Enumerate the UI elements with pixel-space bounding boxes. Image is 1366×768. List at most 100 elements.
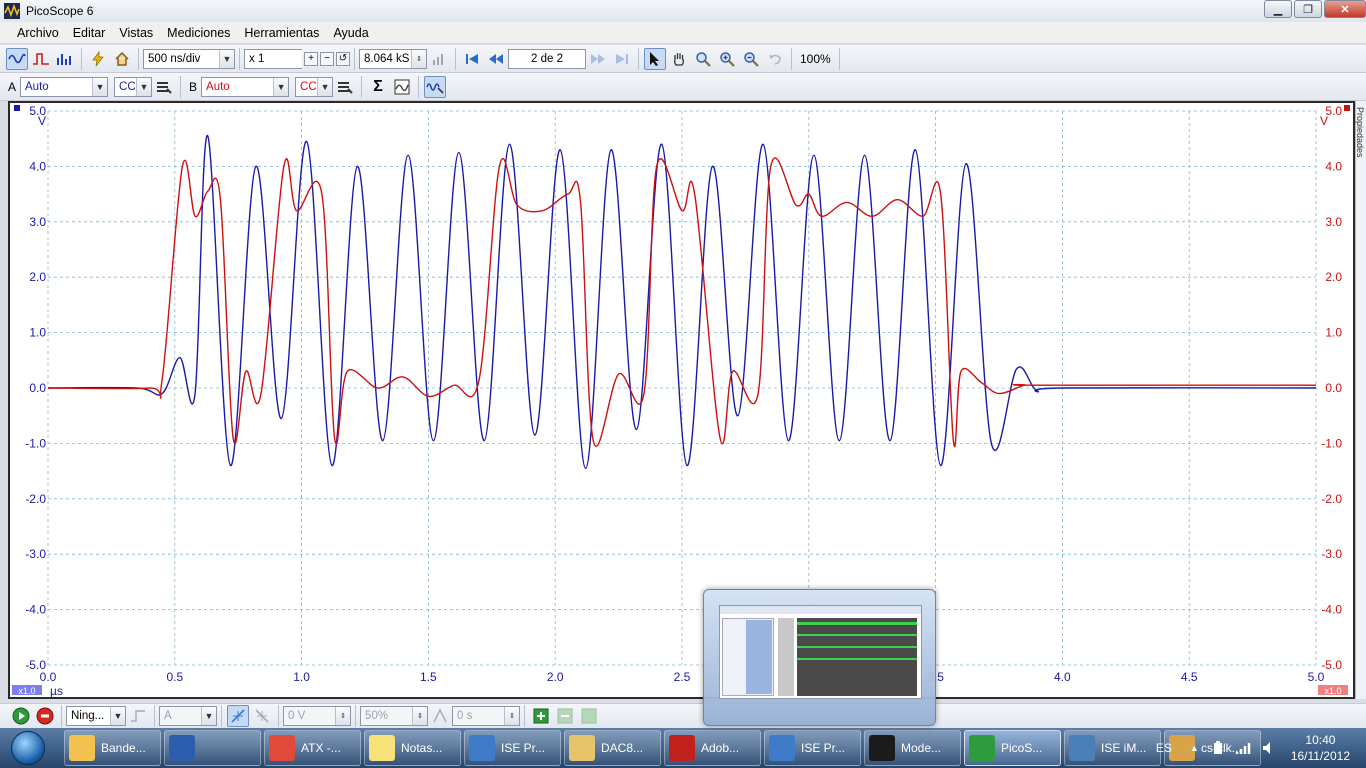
show-hidden-icons-icon[interactable]: ▲ [1190,743,1199,753]
channel-b-options-button[interactable] [334,76,356,98]
first-buffer-button[interactable] [461,48,483,70]
channel-a-range-select[interactable]: Auto ▼ [20,76,109,97]
post-trigger-button[interactable] [429,705,451,727]
x-tick-label: 0.5 [166,670,183,684]
scope-chart: 0.00.51.01.52.02.53.03.54.04.55.05.05.04… [12,104,1350,698]
start-button[interactable] [10,705,32,727]
taskbar-thumbnail-preview[interactable] [703,589,936,726]
menu-ayuda[interactable]: Ayuda [326,26,375,40]
home-button[interactable] [111,48,133,70]
persistence-mode-button[interactable] [30,48,52,70]
chevron-down-icon: ▼ [201,707,216,725]
rising-edge-button[interactable] [227,705,249,727]
rewind-icon [489,53,503,64]
zoom-factor-field[interactable]: x 1 [244,48,302,69]
previous-buffer-button[interactable] [485,48,507,70]
system-tray: ES ▲ 10:40 16/11/2012 [1156,728,1366,768]
trigger-mode-select[interactable]: Ning... ▼ [66,706,126,726]
trigger-source-select[interactable]: A ▼ [159,706,217,726]
add-measurement-button[interactable] [530,705,552,727]
taskbar-item-7[interactable]: Adob... [664,730,761,766]
pan-tool-button[interactable] [668,48,690,70]
taskbar-item-6[interactable]: DAC8... [564,730,661,766]
zoom-out-factor-button[interactable]: − [320,51,334,66]
falling-edge-trigger-icon [255,709,269,723]
x-tick-label: 2.5 [674,670,691,684]
language-indicator[interactable]: ES [1156,741,1172,755]
ise-icon [469,735,495,761]
taskbar-item-1[interactable]: Bande... [64,730,161,766]
spectrum-mode-button[interactable] [54,48,76,70]
channel-b-coupling-select[interactable]: CC ▼ [295,76,334,97]
resolution-button[interactable] [428,48,450,70]
taskbar-item-label: DAC8... [601,741,644,755]
restore-button[interactable]: ❐ [1294,0,1322,18]
ise-icon [769,735,795,761]
volume-icon[interactable] [1261,740,1277,756]
y-tick-label-left: -1.0 [25,436,46,450]
menu-herramientas[interactable]: Herramientas [237,26,326,40]
buffer-page-field[interactable]: 2 de 2 [508,48,586,69]
minimize-button[interactable]: ▁ [1264,0,1292,18]
math-channels-button[interactable]: Σ [367,76,389,98]
signal-strength-icon[interactable] [1235,740,1253,756]
clock[interactable]: 10:40 16/11/2012 [1291,732,1350,764]
timebase-select[interactable]: 500 ns/div ▼ [143,48,235,69]
folder-icon [569,735,595,761]
taskbar-item-10[interactable]: PicoS... [964,730,1061,766]
hand-icon [674,52,684,66]
trigger-type-button[interactable] [127,705,149,727]
edit-measurement-button[interactable] [578,705,600,727]
x-tick-label: 5.0 [1308,670,1325,684]
taskbar-item-label: PicoS... [1001,741,1043,755]
taskbar-item-9[interactable]: Mode... [864,730,961,766]
trigger-level-field[interactable]: 0 V ⇕ [283,706,351,726]
remove-measurement-button[interactable] [554,705,576,727]
select-tool-button[interactable] [644,47,666,70]
samples-field[interactable]: 8.064 kS ⇕ [359,48,427,69]
menu-mediciones[interactable]: Mediciones [160,26,237,40]
zoom-reset-factor-button[interactable]: ↺ [336,51,350,66]
undo-zoom-button[interactable] [764,48,786,70]
channel-b-range-select[interactable]: Auto ▼ [201,76,290,97]
pretrigger-field[interactable]: 50% ⇕ [360,706,428,726]
taskbar-item-8[interactable]: ISE Pr... [764,730,861,766]
auto-setup-button[interactable] [87,48,109,70]
skip-last-icon [616,53,628,64]
taskbar-item-5[interactable]: ISE Pr... [464,730,561,766]
signal-generator-button[interactable] [424,75,447,98]
close-button[interactable]: ✕ [1324,0,1366,18]
pulse-wave-icon [33,52,49,65]
start-menu-button[interactable] [0,728,56,768]
channel-a-coupling-value: CC [119,80,136,93]
trigger-delay-field[interactable]: 0 s ⇕ [452,706,520,726]
network-icon[interactable] [1211,740,1227,756]
falling-edge-button[interactable] [251,705,273,727]
scope-mode-button[interactable] [6,47,28,70]
zoom-in-button[interactable] [716,48,738,70]
task-buttons: Bande... ATX -... Notas... ISE Pr... DAC8...… [64,730,1264,766]
taskbar-item-3[interactable]: ATX -... [264,730,361,766]
properties-side-tab[interactable]: Propiedades [1355,101,1366,699]
zoom-out-button[interactable] [740,48,762,70]
next-buffer-button[interactable] [587,48,609,70]
taskbar-item-2[interactable] [164,730,261,766]
menu-editar[interactable]: Editar [66,26,113,40]
channel-a-coupling-select[interactable]: CC ▼ [114,76,153,97]
chevron-down-icon: ▼ [273,77,289,96]
last-buffer-button[interactable] [611,48,633,70]
clock-time: 10:40 [1305,733,1336,747]
zoom-tool-button[interactable] [692,48,714,70]
scope-view[interactable]: 0.00.51.01.52.02.53.03.54.04.55.05.05.04… [8,101,1355,699]
stop-button[interactable] [34,705,56,727]
taskbar-item-label: Bande... [101,741,146,755]
zoom-in-factor-button[interactable]: + [304,51,318,66]
menu-vistas[interactable]: Vistas [112,26,160,40]
channel-a-options-button[interactable] [153,76,175,98]
y-tick-label-left: -2.0 [25,492,46,506]
reference-waveforms-button[interactable] [391,76,413,98]
taskbar-item-11[interactable]: ISE iM... [1064,730,1161,766]
taskbar-item-4[interactable]: Notas... [364,730,461,766]
menu-archivo[interactable]: Archivo [10,26,66,40]
channel-a-range-value: Auto [25,80,49,93]
